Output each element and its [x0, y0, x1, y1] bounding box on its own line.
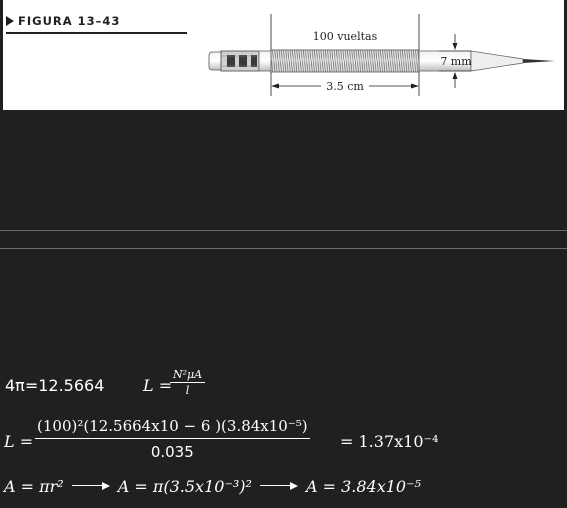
area-result: A = 3.84x10⁻⁵ — [305, 477, 421, 496]
area-formula: A = πr² — [4, 477, 64, 496]
four-pi-value: 4π=12.5664 — [5, 376, 105, 395]
substitution-denominator: 0.035 — [150, 443, 194, 461]
length-arrow-right-icon — [411, 83, 419, 89]
fraction-bar — [170, 382, 206, 383]
pencil-tip — [470, 50, 524, 72]
pencil-lead — [523, 59, 555, 63]
area-calculation: A = πr² A = π(3.5x10⁻³)² A = 3.84x10⁻⁵ — [4, 477, 421, 496]
right-arrow-icon — [259, 481, 298, 491]
inductance-label: L = — [143, 376, 173, 395]
diameter-label: 7 mm — [440, 55, 472, 68]
length-label: 3.5 cm — [326, 80, 364, 93]
substitution-fraction: (100)²(12.5664x10 − 6 )(3.84x10⁻⁵) 0.035 — [35, 417, 310, 461]
separator-line — [0, 248, 567, 249]
length-arrow-left-icon — [271, 83, 279, 89]
inductance-result: = 1.37x10⁻⁴ — [340, 432, 439, 451]
pencil-coil-illustration: 100 vueltas 3.5 cm 7 mm — [208, 14, 555, 96]
inductance-formula-fraction: N²μA l — [170, 368, 206, 397]
turns-label: 100 vueltas — [313, 30, 378, 43]
figure-panel: FIGURA 13–43 100 vueltas 3.5 cm 7 mm — [3, 0, 564, 110]
formula-denominator: l — [185, 384, 190, 397]
diameter-arrow-up-icon — [452, 72, 458, 79]
separator-line — [0, 230, 567, 231]
area-substitution: A = π(3.5x10⁻³)² — [117, 477, 252, 496]
substitution-numerator: (100)²(12.5664x10 − 6 )(3.84x10⁻⁵) — [37, 417, 308, 435]
ferrule — [220, 50, 260, 72]
right-arrow-icon — [71, 481, 110, 491]
inductance-label-2: L = — [4, 432, 34, 451]
formula-numerator: N²μA — [173, 368, 203, 381]
diameter-arrow-down-icon — [452, 43, 458, 50]
fraction-bar — [35, 438, 310, 439]
coil-windings — [270, 49, 420, 73]
